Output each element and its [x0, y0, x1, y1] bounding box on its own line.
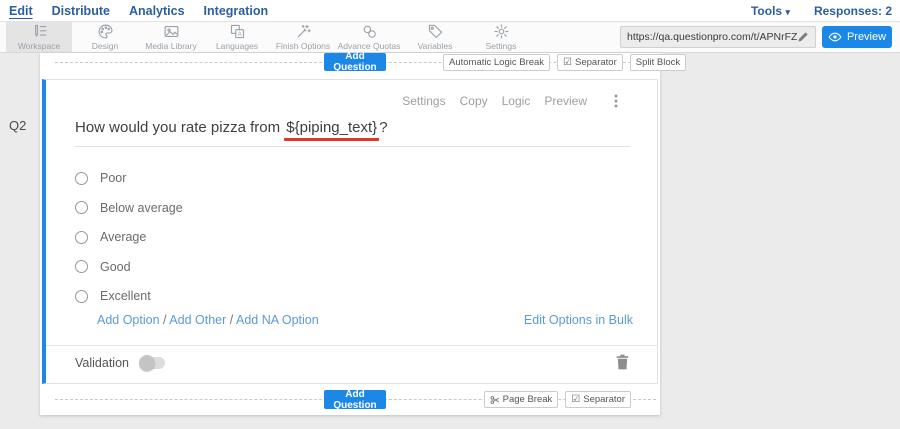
- answer-option-row[interactable]: Average: [75, 230, 146, 244]
- checkbox-icon: ☑: [563, 58, 572, 68]
- toolbar-item-advance-quotas[interactable]: Advance Quotas: [336, 22, 402, 52]
- radio-icon[interactable]: [75, 290, 88, 303]
- palette-icon: [97, 24, 114, 40]
- question-text-underline: [75, 146, 630, 147]
- piping-token: ${piping_text}: [284, 119, 379, 141]
- answer-option-row[interactable]: Below average: [75, 201, 183, 215]
- question-card: Settings Copy Logic Preview How would yo…: [42, 79, 658, 384]
- toolbar-item-media-library[interactable]: Media Library: [138, 22, 204, 52]
- validation-label: Validation: [75, 356, 129, 370]
- edit-url-pencil-icon[interactable]: [797, 31, 809, 43]
- question-number: Q2: [9, 118, 26, 133]
- edit-options-in-bulk-link[interactable]: Edit Options in Bulk: [524, 313, 633, 327]
- toolbar-item-settings[interactable]: Settings: [468, 22, 534, 52]
- validation-toggle[interactable]: [139, 357, 165, 369]
- add-question-button-bottom[interactable]: Add Question: [324, 390, 386, 409]
- checkbox-icon: ☑: [571, 395, 580, 405]
- radio-icon[interactable]: [75, 201, 88, 214]
- split-block-button[interactable]: Split Block: [630, 54, 686, 71]
- nav-tab-edit[interactable]: Edit: [9, 4, 33, 18]
- question-text-field[interactable]: How would you rate pizza from ${piping_t…: [75, 119, 388, 136]
- survey-url-field[interactable]: https://qa.questionpro.com/t/APNrFZgR: [620, 26, 816, 48]
- chevron-down-icon: ▾: [785, 7, 790, 17]
- toolbar-item-workspace[interactable]: Workspace: [6, 22, 72, 52]
- add-other-link[interactable]: Add Other: [169, 313, 226, 327]
- add-na-option-link[interactable]: Add NA Option: [236, 313, 319, 327]
- nav-tab-analytics[interactable]: Analytics: [129, 4, 185, 18]
- toolbar-item-variables[interactable]: Variables: [402, 22, 468, 52]
- nav-tab-distribute[interactable]: Distribute: [52, 4, 110, 18]
- survey-toolbar: Workspace Design Media Library A Languag…: [0, 22, 900, 53]
- kebab-menu-icon[interactable]: [609, 93, 623, 109]
- tools-dropdown[interactable]: Tools ▾: [751, 4, 790, 18]
- answer-option-row[interactable]: Good: [75, 260, 131, 274]
- separator-button-bottom[interactable]: ☑Separator: [565, 391, 631, 408]
- survey-block-panel: Add Question Automatic Logic Break ☑Sepa…: [40, 53, 660, 415]
- question-copy-link[interactable]: Copy: [460, 94, 488, 108]
- page-break-button[interactable]: Page Break: [484, 391, 559, 408]
- radio-icon[interactable]: [75, 260, 88, 273]
- top-navigation: Edit Distribute Analytics Integration To…: [0, 0, 900, 22]
- toolbar-item-finish-options[interactable]: Finish Options: [270, 22, 336, 52]
- translate-icon: A: [229, 24, 246, 40]
- radio-icon[interactable]: [75, 231, 88, 244]
- eye-icon: [828, 32, 842, 42]
- validation-divider: [46, 345, 657, 346]
- links-icon: [361, 24, 378, 40]
- page-break-scissors-icon: [490, 395, 500, 405]
- responses-count[interactable]: Responses: 2: [814, 4, 892, 18]
- question-preview-link[interactable]: Preview: [544, 94, 587, 108]
- survey-url: https://qa.questionpro.com/t/APNrFZgR: [627, 31, 797, 43]
- separator-button-top[interactable]: ☑Separator: [557, 54, 623, 71]
- radio-icon[interactable]: [75, 172, 88, 185]
- add-question-button-top[interactable]: Add Question: [324, 53, 386, 71]
- answer-option-row[interactable]: Excellent: [75, 289, 151, 303]
- nav-tab-integration[interactable]: Integration: [204, 4, 269, 18]
- question-settings-link[interactable]: Settings: [402, 94, 445, 108]
- preview-button[interactable]: Preview: [822, 26, 892, 48]
- wand-icon: [295, 24, 312, 40]
- answer-option-row[interactable]: Poor: [75, 171, 126, 185]
- add-options-links: Add Option / Add Other / Add NA Option: [97, 313, 319, 327]
- tag-icon: [427, 24, 444, 40]
- toggle-knob: [139, 355, 155, 371]
- question-menu: Settings Copy Logic Preview: [402, 93, 623, 109]
- delete-question-trash-icon[interactable]: [616, 354, 629, 370]
- toolbar-item-design[interactable]: Design: [72, 22, 138, 52]
- gear-icon: [493, 24, 510, 40]
- image-icon: [163, 24, 180, 40]
- question-logic-link[interactable]: Logic: [502, 94, 531, 108]
- workspace-icon: [31, 24, 48, 40]
- svg-text:A: A: [237, 32, 241, 38]
- add-option-link[interactable]: Add Option: [97, 313, 160, 327]
- toolbar-item-languages[interactable]: A Languages: [204, 22, 270, 52]
- nav-tabs: Edit Distribute Analytics Integration: [0, 4, 268, 18]
- automatic-logic-break-button[interactable]: Automatic Logic Break: [443, 54, 550, 71]
